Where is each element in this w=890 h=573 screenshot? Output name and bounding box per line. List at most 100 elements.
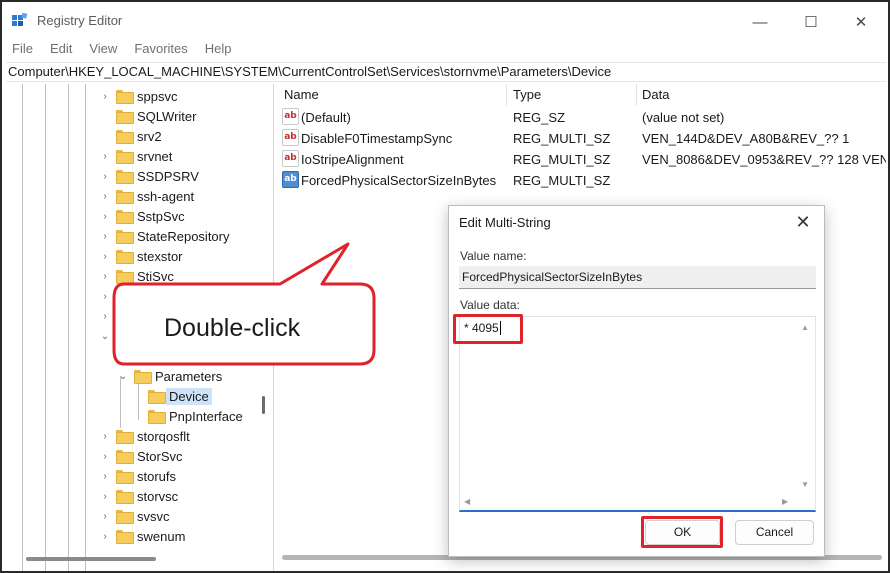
minimize-button[interactable]: — xyxy=(737,8,783,36)
tree-item-label: swenum xyxy=(137,528,186,544)
scroll-down-arrow-icon[interactable]: ▼ xyxy=(801,480,809,489)
tree-item[interactable]: › SSDPSRV xyxy=(98,166,199,186)
value-name-field: ForcedPhysicalSectorSizeInBytes xyxy=(459,266,816,289)
value-data-highlight xyxy=(453,314,523,344)
tree-item-label: SSDPSRV xyxy=(137,168,199,184)
column-separator[interactable] xyxy=(636,84,637,106)
tree-item-label: storqosflt xyxy=(137,428,190,444)
chevron-right-icon[interactable]: › xyxy=(98,529,112,543)
maximize-button[interactable]: ☐ xyxy=(788,8,834,36)
menu-favorites[interactable]: Favorites xyxy=(124,40,194,60)
value-data: VEN_144D&DEV_A80B&REV_?? 1 xyxy=(642,131,850,146)
registry-editor-icon xyxy=(12,13,28,26)
tree-item-label: srv2 xyxy=(137,128,162,144)
folder-icon xyxy=(116,190,134,204)
tree-horizontal-scrollbar[interactable] xyxy=(26,557,156,561)
chevron-down-icon[interactable]: ⌄ xyxy=(116,369,130,383)
value-name: (Default) xyxy=(301,110,351,125)
minimize-icon: — xyxy=(752,13,768,31)
folder-icon xyxy=(148,390,166,404)
folder-icon xyxy=(116,490,134,504)
folder-icon xyxy=(116,510,134,524)
tree-item-label: storvsc xyxy=(137,488,179,504)
column-header-type[interactable]: Type xyxy=(513,87,541,102)
list-row[interactable]: ab DisableF0TimestampSync REG_MULTI_SZ V… xyxy=(278,128,886,149)
folder-icon xyxy=(116,430,134,444)
scroll-left-arrow-icon[interactable]: ◀ xyxy=(464,497,470,506)
chevron-right-icon[interactable]: › xyxy=(98,509,112,523)
scroll-up-arrow-icon[interactable]: ▲ xyxy=(801,323,809,332)
tree-vertical-scrollbar[interactable] xyxy=(262,396,265,414)
tree-item-label: svsvc xyxy=(137,508,170,524)
value-type: REG_MULTI_SZ xyxy=(513,173,611,188)
tree-item[interactable]: › ssh-agent xyxy=(98,186,194,206)
folder-icon xyxy=(116,90,134,104)
value-data-textarea[interactable]: * 4095 ▲ ▼ ◀ ▶ xyxy=(459,316,816,512)
tree-item[interactable]: › srvnet xyxy=(98,146,172,166)
tree-item-label: Device xyxy=(166,387,212,405)
tree-item[interactable]: › svsvc xyxy=(98,506,170,526)
ok-button-highlight xyxy=(641,516,723,548)
chevron-placeholder xyxy=(130,389,144,403)
tree-item-label: ssh-agent xyxy=(137,188,195,204)
tree-item[interactable]: › SstpSvc xyxy=(98,206,185,226)
string-value-icon: ab xyxy=(282,129,299,146)
chevron-right-icon[interactable]: › xyxy=(98,489,112,503)
chevron-right-icon[interactable]: › xyxy=(98,149,112,163)
column-header-data[interactable]: Data xyxy=(642,87,669,102)
list-row[interactable]: ab IoStripeAlignment REG_MULTI_SZ VEN_80… xyxy=(278,149,886,170)
menu-help[interactable]: Help xyxy=(195,40,239,60)
tree-item[interactable]: › storqosflt xyxy=(98,426,190,446)
tree-item[interactable]: › swenum xyxy=(98,526,185,546)
tree-item-label: Parameters xyxy=(155,368,223,384)
title-bar[interactable]: Registry Editor — ☐ ✕ xyxy=(2,2,888,40)
tree-item[interactable]: srv2 xyxy=(98,126,162,146)
tree-guide-line xyxy=(68,84,69,571)
list-row[interactable]: ab (Default) REG_SZ (value not set) xyxy=(278,107,886,128)
chevron-right-icon[interactable]: › xyxy=(98,449,112,463)
folder-icon xyxy=(116,130,134,144)
registry-editor-window: Registry Editor — ☐ ✕ File Edit View Fav… xyxy=(0,0,890,573)
menu-file[interactable]: File xyxy=(2,40,40,60)
chevron-right-icon[interactable]: › xyxy=(98,469,112,483)
tree-item-device[interactable]: Device xyxy=(130,386,212,406)
tree-item[interactable]: SQLWriter xyxy=(98,106,196,126)
address-bar[interactable]: Computer\HKEY_LOCAL_MACHINE\SYSTEM\Curre… xyxy=(6,62,886,82)
chevron-right-icon[interactable]: › xyxy=(98,429,112,443)
tree-item[interactable]: › storufs xyxy=(98,466,176,486)
chevron-placeholder xyxy=(98,129,112,143)
value-data: VEN_8086&DEV_0953&REV_?? 128 VEN_8086 xyxy=(642,152,886,167)
tree-item-label: storufs xyxy=(137,468,177,484)
chevron-right-icon[interactable]: › xyxy=(98,189,112,203)
menu-view[interactable]: View xyxy=(79,40,124,60)
menu-edit[interactable]: Edit xyxy=(40,40,79,60)
tree-item-label: SQLWriter xyxy=(137,108,197,124)
dialog-close-button[interactable]: ✕ xyxy=(790,210,816,234)
tree-item[interactable]: › StorSvc xyxy=(98,446,183,466)
scroll-right-arrow-icon[interactable]: ▶ xyxy=(782,497,788,506)
tree-item[interactable]: › sppsvc xyxy=(98,86,177,106)
tree-item-pnpinterface[interactable]: PnpInterface xyxy=(130,406,243,426)
cancel-button[interactable]: Cancel xyxy=(735,520,814,545)
folder-icon xyxy=(148,410,166,424)
list-row-forced-physical-sector-size[interactable]: ab ForcedPhysicalSectorSizeInBytes REG_M… xyxy=(278,170,886,191)
chevron-right-icon[interactable]: › xyxy=(98,89,112,103)
column-header-name[interactable]: Name xyxy=(284,87,319,102)
window-title: Registry Editor xyxy=(37,13,123,28)
column-separator[interactable] xyxy=(506,84,507,106)
value-name: DisableF0TimestampSync xyxy=(301,131,453,146)
folder-icon xyxy=(116,110,134,124)
multi-string-value-icon: ab xyxy=(282,171,299,188)
tree-guide-line xyxy=(22,84,23,571)
chevron-right-icon[interactable]: › xyxy=(98,169,112,183)
tree-item-parameters[interactable]: ⌄ Parameters xyxy=(116,366,222,386)
tree-item-label: StorSvc xyxy=(137,448,183,464)
chevron-right-icon[interactable]: › xyxy=(98,209,112,223)
tree-item[interactable]: › storvsc xyxy=(98,486,178,506)
close-icon: ✕ xyxy=(854,14,868,31)
value-type: REG_MULTI_SZ xyxy=(513,131,611,146)
close-button[interactable]: ✕ xyxy=(838,8,884,36)
value-name: ForcedPhysicalSectorSizeInBytes xyxy=(301,173,497,188)
folder-icon xyxy=(116,530,134,544)
tree-guide-line xyxy=(45,84,46,571)
